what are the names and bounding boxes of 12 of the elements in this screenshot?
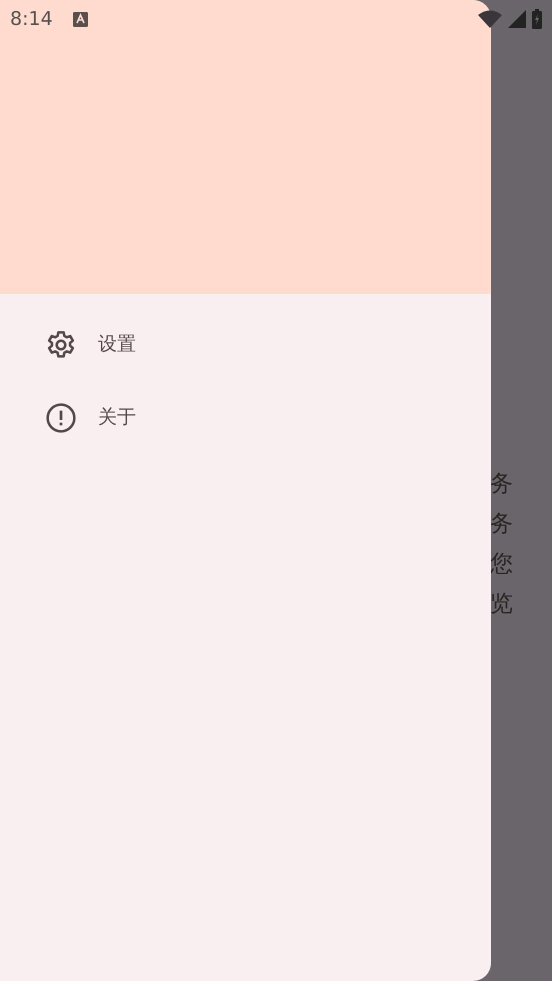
background-text: 务 bbox=[490, 510, 513, 539]
signal-icon bbox=[508, 10, 526, 28]
status-time: 8:14 bbox=[10, 6, 53, 32]
background-text: 您 bbox=[490, 550, 513, 579]
drawer-menu-item[interactable]: 关于 bbox=[0, 381, 491, 454]
battery-icon bbox=[532, 9, 542, 29]
info-icon bbox=[45, 402, 77, 434]
drawer-menu-item[interactable]: 设置 bbox=[0, 308, 491, 381]
settings-icon bbox=[45, 328, 77, 360]
background-text: 务 bbox=[490, 470, 513, 499]
background-text: 览 bbox=[490, 590, 513, 619]
wifi-icon bbox=[478, 10, 502, 28]
